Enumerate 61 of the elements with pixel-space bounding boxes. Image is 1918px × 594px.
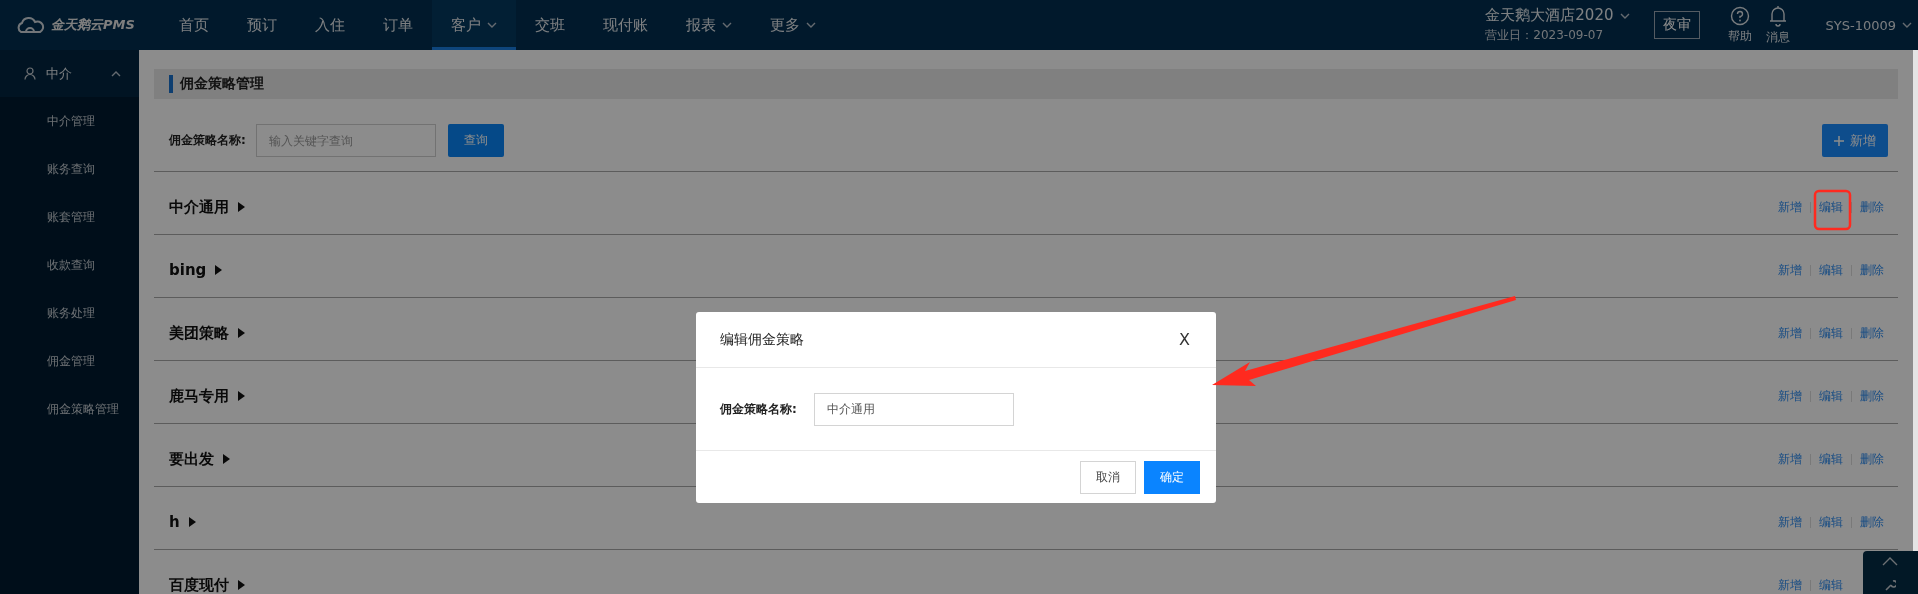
nav-tab[interactable]: 首页 [160,0,228,50]
field-label: 佣金策略名称: [720,400,798,418]
action-link[interactable]: 编辑 [1819,513,1843,531]
strategy-name[interactable]: 美团策略 [169,323,229,343]
sidebar-item[interactable]: 账务查询 [0,145,139,193]
query-button[interactable]: 查询 [447,124,504,157]
search-label: 佣金策略名称: [169,132,246,149]
action-link[interactable]: 编辑 [1819,387,1843,405]
nav-tab[interactable]: 现付账 [584,0,667,50]
strategy-name[interactable]: h [169,513,180,531]
action-link[interactable]: 新增 [1778,576,1802,594]
action-link[interactable]: 删除 [1860,387,1884,405]
action-link[interactable]: 新增 [1778,261,1802,279]
nav-tab[interactable]: 预订 [228,0,296,50]
action-link[interactable]: 新增 [1778,198,1802,216]
nav-tab[interactable]: 客户 [432,0,516,50]
help-label[interactable]: 帮助 [1727,27,1752,45]
action-link[interactable]: 删除 [1860,450,1884,468]
action-link[interactable]: 编辑 [1819,450,1843,468]
page-title: 佣金策略管理 [180,75,264,93]
dialog-title: 编辑佣金策略 [720,330,804,349]
action-link[interactable]: 删除 [1860,513,1884,531]
sidebar-item[interactable]: 佣金管理 [0,337,139,385]
action-link[interactable]: 编辑 [1819,198,1843,216]
nav-tab[interactable]: 更多 [751,0,835,50]
strategy-name[interactable]: 鹿马专用 [169,386,229,406]
strategy-name[interactable]: 要出发 [169,449,214,469]
messages-label[interactable]: 消息 [1765,28,1790,46]
confirm-button[interactable]: 确定 [1144,460,1200,494]
sidebar-group[interactable]: 中介 [0,50,139,97]
strategy-name[interactable]: 百度现付 [169,575,229,594]
logo-text: 金天鹅云PMS [51,16,135,34]
add-button[interactable]: 新增 [1822,124,1888,157]
user-name[interactable]: SYS-10009 [1825,17,1896,33]
cancel-button[interactable]: 取消 [1080,460,1136,494]
strategy-name[interactable]: 中介通用 [169,197,229,217]
action-link[interactable]: 编辑 [1819,261,1843,279]
close-button[interactable]: X [1173,329,1196,350]
sidebar-item[interactable]: 账务处理 [0,289,139,337]
sidebar-item[interactable]: 收款查询 [0,241,139,289]
action-link[interactable]: 删除 [1860,324,1884,342]
nav-tab[interactable]: 交班 [516,0,584,50]
action-link[interactable]: 新增 [1778,324,1802,342]
strategy-name[interactable]: bing [169,261,207,279]
nav-tab[interactable]: 入住 [296,0,364,50]
nav-tab[interactable]: 订单 [364,0,432,50]
sidebar-item[interactable]: 佣金策略管理 [0,385,139,433]
sidebar-item[interactable]: 中介管理 [0,97,139,145]
business-date: 营业日：2023-09-07 [1485,27,1605,44]
sidebar-item[interactable]: 账套管理 [0,193,139,241]
nav-tab[interactable]: 报表 [667,0,751,50]
action-link[interactable]: 删除 [1860,198,1884,216]
action-link[interactable]: 编辑 [1819,576,1843,594]
action-link[interactable]: 新增 [1778,387,1802,405]
action-link[interactable]: 新增 [1778,450,1802,468]
name-input-field[interactable]: 中介通用 [814,392,1014,426]
action-link[interactable]: 新增 [1778,513,1802,531]
hotel-name[interactable]: 金天鹅大酒店2020 [1485,6,1614,25]
night-audit-button[interactable]: 夜审 [1653,11,1700,39]
action-link[interactable]: 删除 [1860,261,1884,279]
action-link[interactable]: 编辑 [1819,324,1843,342]
